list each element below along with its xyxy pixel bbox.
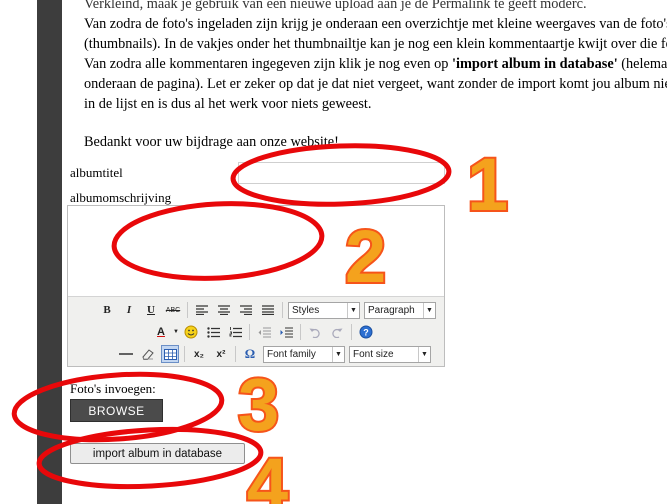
annotation-number-1: 1: [467, 143, 508, 226]
annotation-number-4: 4: [247, 443, 288, 504]
annotation-number-2: 2: [345, 215, 386, 298]
highlight-ellipse-2: [111, 201, 325, 281]
highlight-ellipse-1: [230, 143, 452, 207]
annotation-number-3: 3: [238, 363, 279, 446]
annotation-overlay: 1 2 3 4: [11, 141, 510, 504]
